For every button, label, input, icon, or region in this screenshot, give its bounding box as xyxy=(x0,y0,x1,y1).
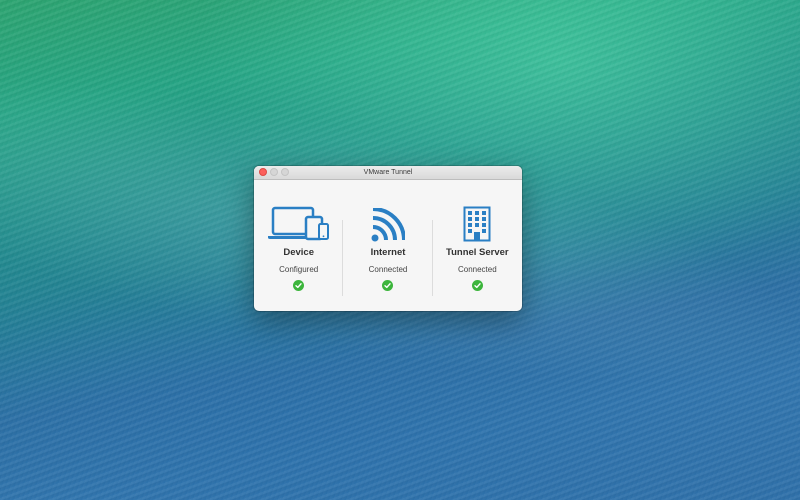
internet-status-text: Connected xyxy=(368,265,408,274)
window-title: VMware Tunnel xyxy=(363,169,413,176)
vmware-tunnel-window: VMware Tunnel Device Configured Internet… xyxy=(254,166,522,311)
device-label: Device xyxy=(283,247,314,258)
check-icon xyxy=(382,280,394,291)
tunnel-server-status: Tunnel Server Connected xyxy=(433,180,522,311)
title-bar[interactable]: VMware Tunnel xyxy=(254,166,522,180)
wifi-signal-icon xyxy=(371,202,405,242)
tunnel-server-status-text: Connected xyxy=(457,265,497,274)
tunnel-server-label: Tunnel Server xyxy=(445,247,509,258)
check-icon xyxy=(471,280,483,291)
internet-status: Internet Connected xyxy=(343,180,433,311)
check-icon xyxy=(293,280,305,291)
building-icon xyxy=(463,202,491,242)
status-panel: Device Configured Internet Connected Tun… xyxy=(254,180,522,311)
device-status-text: Configured xyxy=(279,265,319,274)
device-status: Device Configured xyxy=(254,180,344,311)
devices-icon xyxy=(267,202,330,242)
internet-label: Internet xyxy=(370,247,406,258)
